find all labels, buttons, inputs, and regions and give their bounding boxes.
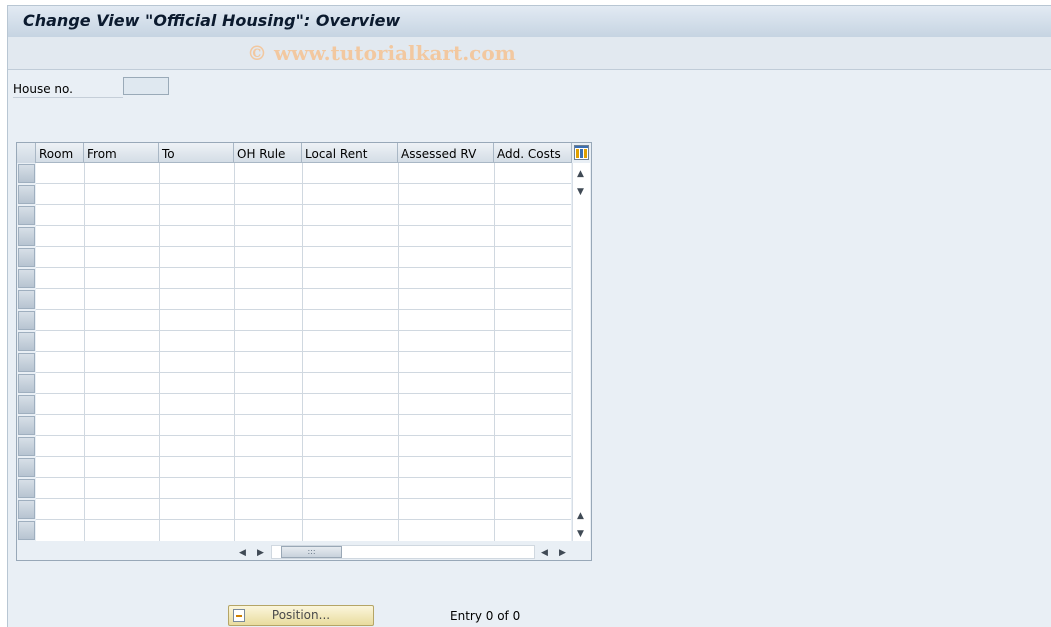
application-toolbar: © www.tutorialkart.com bbox=[8, 37, 1051, 70]
position-button-label: Position... bbox=[271, 608, 331, 622]
row-selector[interactable] bbox=[18, 332, 35, 351]
column-header-room[interactable]: Room bbox=[36, 143, 84, 163]
table-body[interactable] bbox=[36, 163, 571, 541]
grid-row-line bbox=[36, 519, 571, 520]
grid-row-line bbox=[36, 246, 571, 247]
position-button[interactable]: Position... bbox=[228, 605, 374, 626]
page-title: Change View "Official Housing": Overview bbox=[23, 11, 401, 30]
grid-row-line bbox=[36, 309, 571, 310]
grid-row-line bbox=[36, 477, 571, 478]
entry-counter: Entry 0 of 0 bbox=[450, 609, 521, 623]
table-settings-icon[interactable] bbox=[574, 145, 589, 160]
row-selector[interactable] bbox=[18, 437, 35, 456]
grid-column-line bbox=[302, 163, 303, 541]
grid-row-line bbox=[36, 330, 571, 331]
grid-row-line bbox=[36, 351, 571, 352]
horizontal-scroll-thumb[interactable]: ::: bbox=[281, 546, 342, 558]
row-selector[interactable] bbox=[18, 227, 35, 246]
main-window: Change View "Official Housing": Overview… bbox=[7, 5, 1051, 627]
row-selector[interactable] bbox=[18, 395, 35, 414]
scroll-left-end-icon[interactable]: ◀ bbox=[541, 548, 548, 558]
column-header-oh-rule[interactable]: OH Rule bbox=[234, 143, 302, 163]
row-selector[interactable] bbox=[18, 374, 35, 393]
vertical-scrollbar[interactable]: ▲ ▼ ▲ ▼ bbox=[572, 163, 590, 541]
grid-row-line bbox=[36, 225, 571, 226]
row-selector[interactable] bbox=[18, 311, 35, 330]
scroll-down-bottom-icon[interactable]: ▼ bbox=[577, 529, 584, 539]
title-bar: Change View "Official Housing": Overview bbox=[8, 5, 1051, 38]
column-header-to[interactable]: To bbox=[159, 143, 234, 163]
scroll-left-icon[interactable]: ◀ bbox=[239, 548, 246, 558]
grid-row-line bbox=[36, 288, 571, 289]
row-selector[interactable] bbox=[18, 479, 35, 498]
grid-row-line bbox=[36, 372, 571, 373]
column-header-assessed-rv[interactable]: Assessed RV bbox=[398, 143, 494, 163]
row-selector[interactable] bbox=[18, 458, 35, 477]
grid-column-line bbox=[84, 163, 85, 541]
row-selector[interactable] bbox=[18, 185, 35, 204]
row-selector[interactable] bbox=[18, 353, 35, 372]
grid-row-line bbox=[36, 183, 571, 184]
position-icon bbox=[233, 609, 245, 622]
row-selector[interactable] bbox=[18, 206, 35, 225]
row-selector[interactable] bbox=[18, 521, 35, 540]
scroll-down-top-icon[interactable]: ▼ bbox=[577, 187, 584, 197]
row-selector[interactable] bbox=[18, 290, 35, 309]
house-no-input[interactable] bbox=[123, 77, 169, 95]
grid-row-line bbox=[36, 414, 571, 415]
grid-column-line bbox=[234, 163, 235, 541]
grid-row-line bbox=[36, 267, 571, 268]
row-selector[interactable] bbox=[18, 500, 35, 519]
row-selector[interactable] bbox=[18, 269, 35, 288]
official-housing-table: Room From To OH Rule Local Rent Assessed… bbox=[16, 142, 592, 561]
column-header-add-costs[interactable]: Add. Costs bbox=[494, 143, 572, 163]
column-header-from[interactable]: From bbox=[84, 143, 159, 163]
row-selector[interactable] bbox=[18, 164, 35, 183]
row-selector[interactable] bbox=[18, 248, 35, 267]
watermark: © www.tutorialkart.com bbox=[247, 41, 516, 65]
grid-column-line bbox=[494, 163, 495, 541]
grid-row-line bbox=[36, 456, 571, 457]
scroll-right-end-icon[interactable]: ▶ bbox=[559, 548, 566, 558]
grid-row-line bbox=[36, 204, 571, 205]
grid-row-line bbox=[36, 393, 571, 394]
select-all-corner[interactable] bbox=[17, 143, 36, 163]
grid-column-line bbox=[398, 163, 399, 541]
column-header-local-rent[interactable]: Local Rent bbox=[302, 143, 398, 163]
grid-column-line bbox=[159, 163, 160, 541]
scroll-up-bottom-icon[interactable]: ▲ bbox=[577, 511, 584, 521]
scroll-right-icon[interactable]: ▶ bbox=[257, 548, 264, 558]
grid-row-line bbox=[36, 435, 571, 436]
house-no-label: House no. bbox=[13, 81, 123, 98]
grid-row-line bbox=[36, 498, 571, 499]
row-selector[interactable] bbox=[18, 416, 35, 435]
scroll-up-top-icon[interactable]: ▲ bbox=[577, 169, 584, 179]
